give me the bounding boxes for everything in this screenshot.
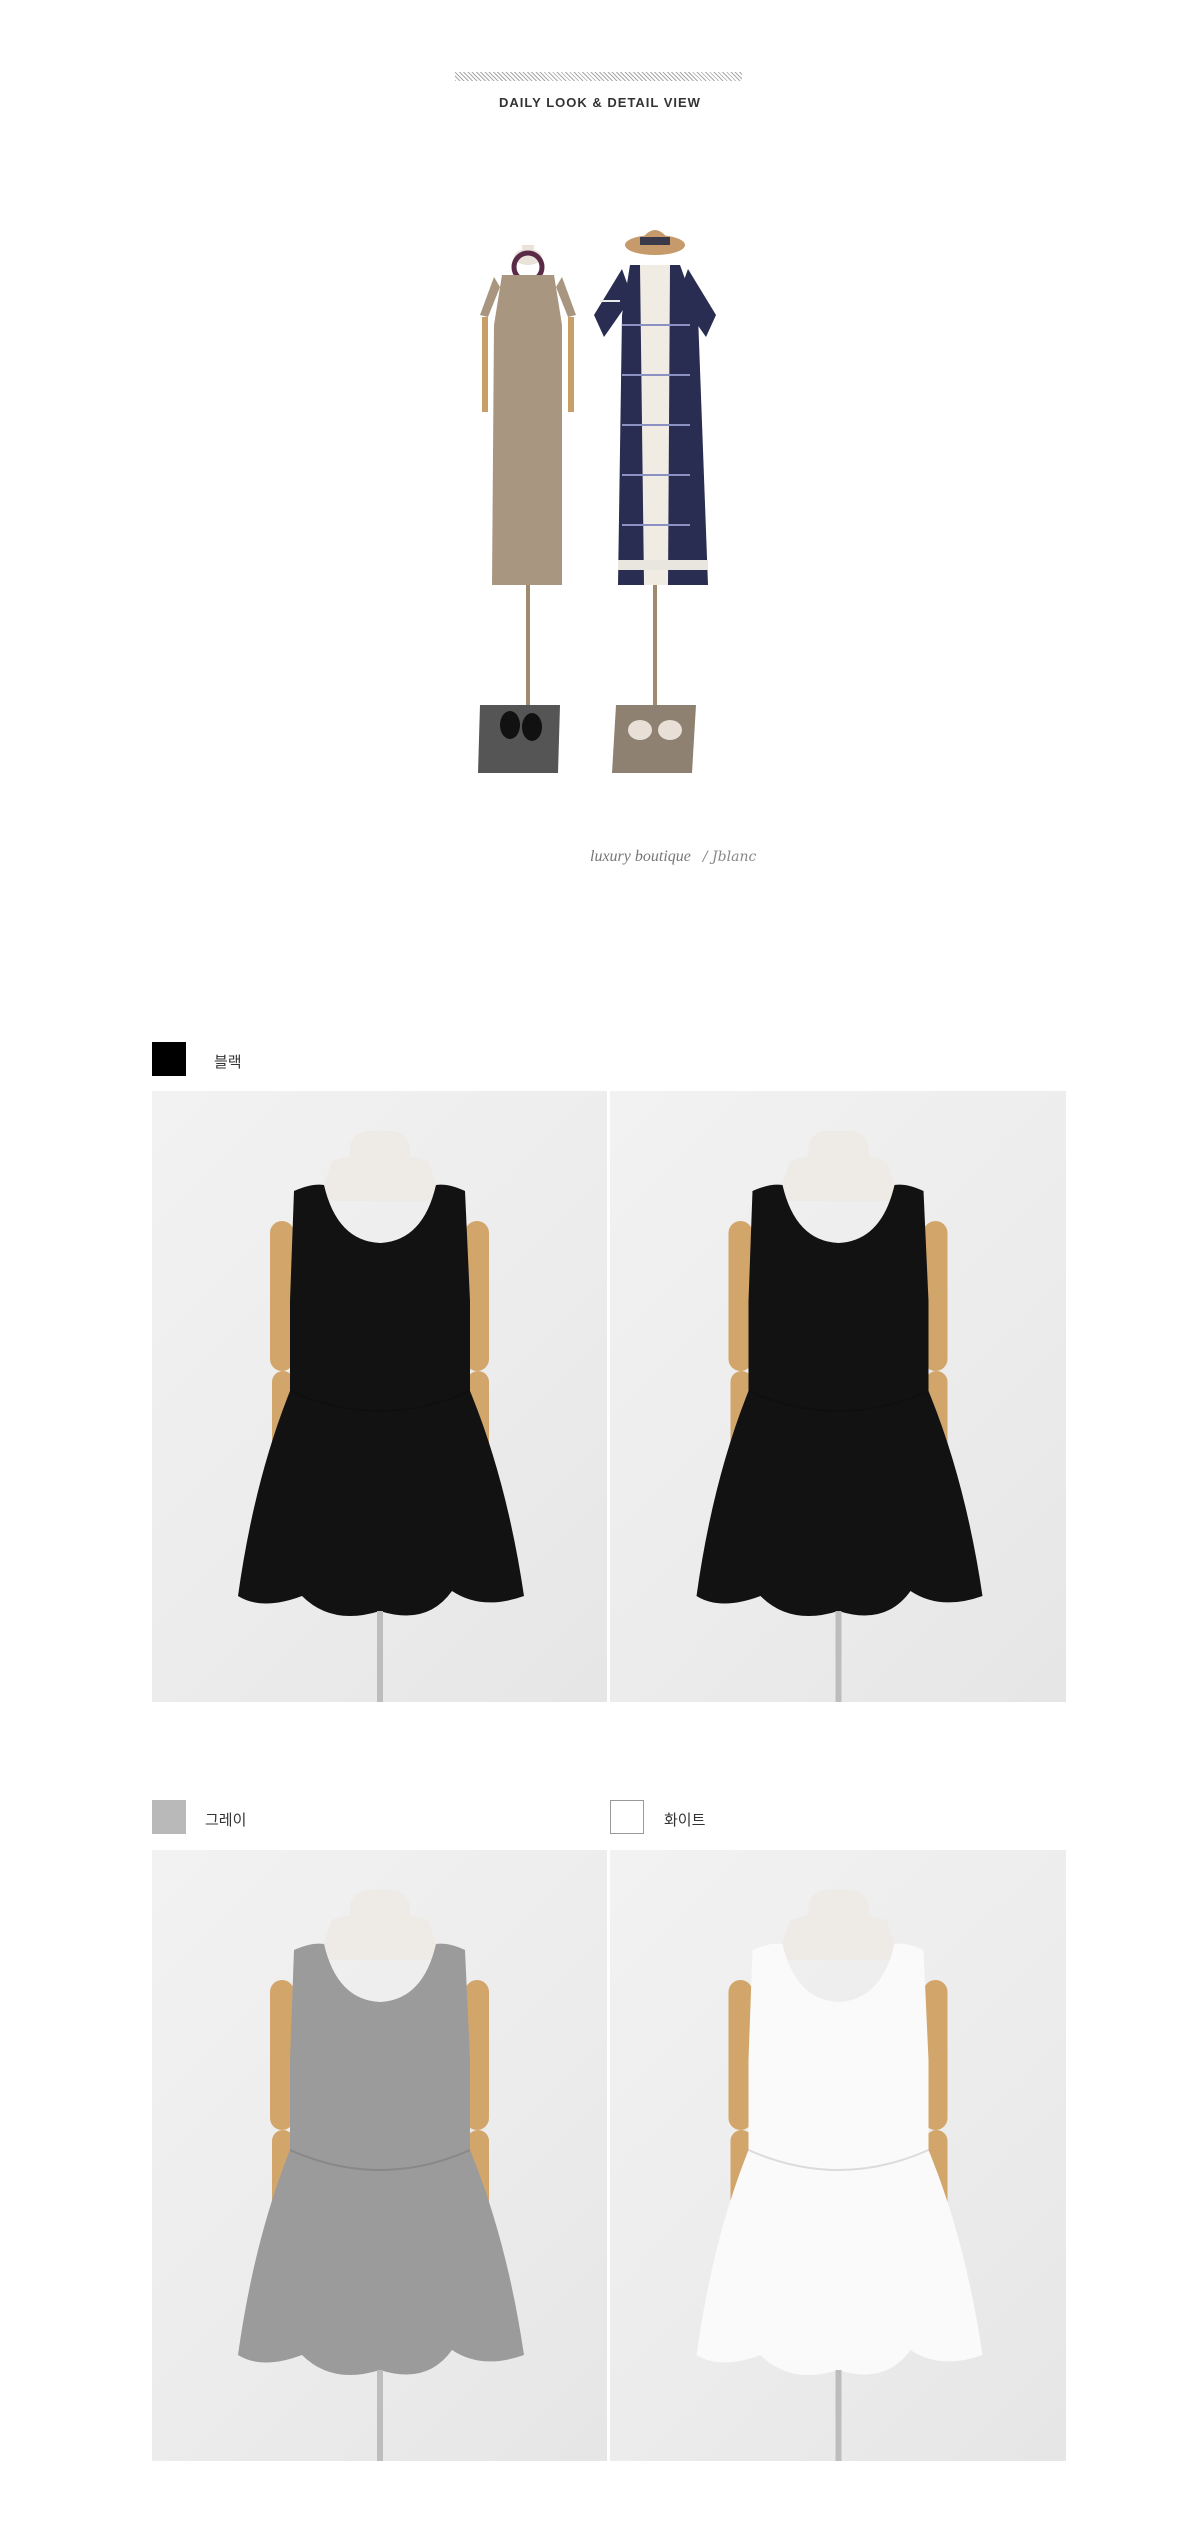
daily-look-image <box>440 205 760 785</box>
header-decoration <box>455 72 742 81</box>
product-photo-black-front <box>152 1091 607 1702</box>
dress-illustration <box>237 1130 525 1702</box>
dress-illustration <box>695 1130 984 1702</box>
color-label-gray: 그레이 <box>205 1811 247 1829</box>
section-title: DAILY LOOK & DETAIL VIEW <box>499 95 701 110</box>
color-label-black: 블랙 <box>214 1053 242 1071</box>
product-photo-gray <box>152 1850 607 2461</box>
signature-script: / Jblanc <box>702 849 757 865</box>
color-swatch-gray <box>152 1800 186 1834</box>
color-swatch-white <box>610 1800 644 1834</box>
left-mannequin <box>478 245 576 773</box>
brand-signature: luxury boutique / Jblanc <box>590 848 850 866</box>
product-photo-black-back <box>610 1091 1066 1702</box>
signature-text: luxury boutique <box>590 848 691 865</box>
color-swatch-black <box>152 1042 186 1076</box>
product-photo-white <box>610 1850 1066 2461</box>
dress-illustration <box>695 1889 984 2461</box>
right-mannequin <box>594 230 716 773</box>
dress-illustration <box>237 1889 525 2461</box>
color-label-white: 화이트 <box>664 1811 706 1829</box>
